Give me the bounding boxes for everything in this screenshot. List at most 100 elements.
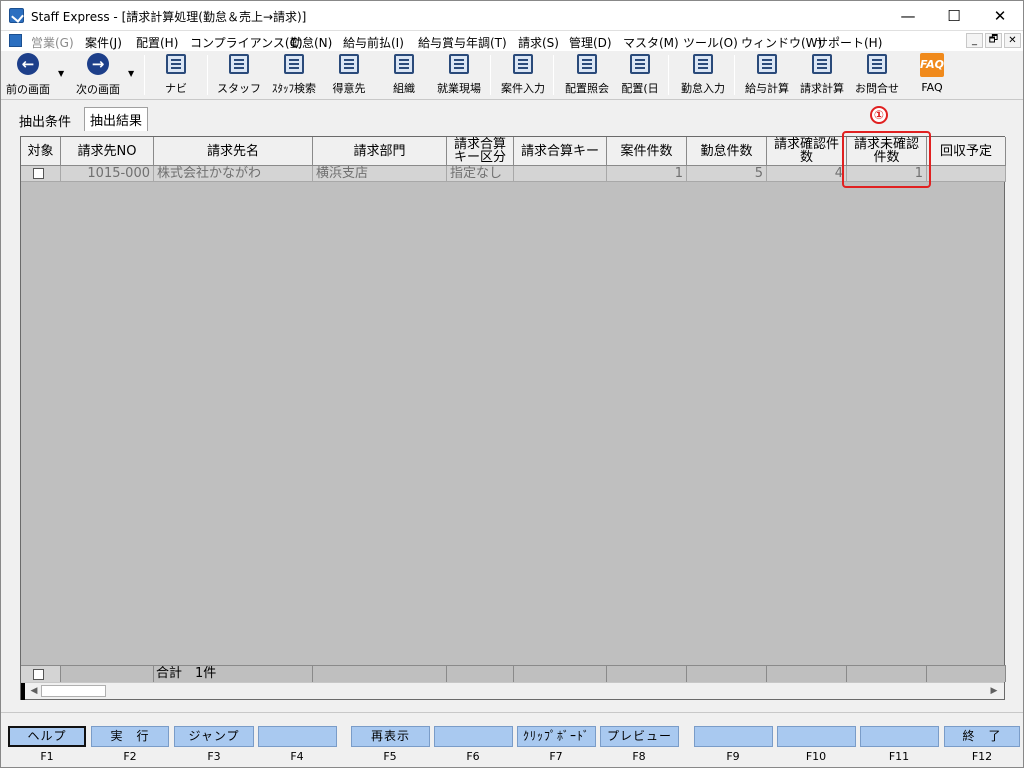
menu-billing[interactable]: 請求(S): [518, 34, 559, 51]
mdi-restore-button[interactable]: 🗗: [985, 33, 1002, 48]
toolbar-separator: [490, 55, 491, 95]
organization-icon: [394, 54, 414, 74]
payroll-calc-button[interactable]: 給与計算: [740, 53, 794, 97]
toolbar-separator: [668, 55, 669, 95]
staff-icon: [229, 54, 249, 74]
attendance-entry-button[interactable]: 勤怠入力: [676, 53, 730, 97]
scrollbar-thumb[interactable]: [41, 685, 106, 697]
f7-clipboard-button[interactable]: ｸﾘｯﾌﾟﾎﾞｰﾄﾞ: [517, 726, 596, 747]
cell-client-no[interactable]: 1015-000: [61, 166, 154, 182]
f11-button[interactable]: [860, 726, 939, 747]
horizontal-scrollbar[interactable]: ◀ ▶: [21, 682, 1004, 700]
billing-calc-button[interactable]: 請求計算: [795, 53, 849, 97]
f12-key-label: F12: [971, 750, 993, 763]
f4-button[interactable]: [258, 726, 337, 747]
staff-button-label: スタッフ: [217, 82, 261, 95]
cell-collection-date[interactable]: [927, 166, 1006, 182]
menu-case[interactable]: 案件(J): [85, 34, 122, 51]
mdi-minimize-button[interactable]: _: [966, 33, 983, 48]
f2-execute-button[interactable]: 実 行: [91, 726, 169, 747]
row-select-checkbox[interactable]: [33, 168, 44, 179]
menu-salary-advance[interactable]: 給与前払(I): [343, 34, 404, 51]
customer-button[interactable]: 得意先: [326, 53, 372, 97]
column-header-attendance-count[interactable]: 勤怠件数: [687, 137, 767, 166]
menu-master[interactable]: マスタ(M): [623, 34, 679, 51]
column-header-department[interactable]: 請求部門: [313, 137, 447, 166]
column-header-confirmed-count[interactable]: 請求確認件 数: [767, 137, 847, 166]
cell-merge-key[interactable]: [514, 166, 607, 182]
f7-key-label: F7: [549, 750, 563, 763]
f9-key-label: F9: [726, 750, 740, 763]
menu-management[interactable]: 管理(D): [569, 34, 612, 51]
menu-compliance[interactable]: コンプライアンス(C): [190, 34, 303, 51]
cell-case-count[interactable]: 1: [607, 166, 687, 182]
menu-window[interactable]: ウィンドウ(W): [741, 34, 822, 51]
toolbar-separator: [553, 55, 554, 95]
column-header-case-count[interactable]: 案件件数: [607, 137, 687, 166]
scroll-right-icon[interactable]: ▶: [987, 685, 1001, 698]
cell-confirmed-count[interactable]: 4: [767, 166, 847, 182]
payroll-calc-button-label: 給与計算: [745, 82, 789, 95]
back-button[interactable]: ← 前の画面: [4, 53, 52, 97]
document-icon[interactable]: [9, 34, 22, 47]
cell-attendance-count[interactable]: 5: [687, 166, 767, 182]
column-header-target[interactable]: 対象: [21, 137, 61, 166]
f6-button[interactable]: [434, 726, 513, 747]
column-header-merge-key-type[interactable]: 請求合算 キー区分: [447, 137, 514, 166]
staff-search-button-label: ｽﾀｯﾌ検索: [272, 82, 316, 95]
forward-dropdown-icon[interactable]: ▼: [128, 69, 134, 78]
navi-icon: [166, 54, 186, 74]
footer-cell: [847, 665, 927, 682]
cell-client-name[interactable]: 株式会社かながわ: [154, 166, 313, 182]
back-dropdown-icon[interactable]: ▼: [58, 69, 64, 78]
inquiry-button[interactable]: お問合せ: [851, 53, 903, 97]
placement-daily-button[interactable]: 配置(日: [617, 53, 663, 97]
minimize-button[interactable]: —: [885, 0, 931, 31]
maximize-button[interactable]: ☐: [931, 0, 977, 31]
annotation-highlight-box: [842, 131, 931, 188]
footer-total: 合計 1件: [154, 665, 313, 682]
f3-jump-button[interactable]: ジャンプ: [174, 726, 254, 747]
menu-salary-bonus[interactable]: 給与賞与年調(T): [418, 34, 507, 51]
column-header-client-name[interactable]: 請求先名: [154, 137, 313, 166]
f12-exit-button[interactable]: 終 了: [944, 726, 1020, 747]
menu-sales[interactable]: 営業(G): [31, 34, 74, 51]
f1-key-label: F1: [40, 750, 54, 763]
worksite-button[interactable]: 就業現場: [432, 53, 486, 97]
f1-help-button[interactable]: ヘルプ: [8, 726, 86, 747]
navi-button[interactable]: ナビ: [156, 53, 196, 97]
case-entry-button[interactable]: 案件入力: [496, 53, 550, 97]
organization-button[interactable]: 組織: [382, 53, 426, 97]
staff-search-button[interactable]: ｽﾀｯﾌ検索: [267, 53, 321, 97]
forward-button[interactable]: → 次の画面: [72, 53, 124, 97]
menu-support[interactable]: サポート(H): [816, 34, 882, 51]
faq-button[interactable]: FAQ FAQ: [912, 53, 952, 97]
toolbar: ← 前の画面 ▼ → 次の画面 ▼ ナビ スタッフ ｽﾀｯﾌ検索 得意先 組織 …: [0, 51, 1024, 100]
cell-merge-key-type[interactable]: 指定なし: [447, 166, 514, 182]
footer-cell: [447, 665, 514, 682]
mdi-close-button[interactable]: ✕: [1004, 33, 1021, 48]
menu-attendance[interactable]: 勤怠(N): [290, 34, 332, 51]
scroll-left-icon[interactable]: ◀: [27, 685, 41, 698]
f4-key-label: F4: [290, 750, 304, 763]
placement-inquiry-icon: [577, 54, 597, 74]
staff-search-icon: [284, 54, 304, 74]
close-button[interactable]: ✕: [977, 0, 1023, 31]
f8-preview-button[interactable]: プレビュー: [600, 726, 679, 747]
menu-placement[interactable]: 配置(H): [136, 34, 178, 51]
worksite-icon: [449, 54, 469, 74]
tab-extract-conditions[interactable]: 抽出条件: [14, 109, 76, 130]
column-header-collection-date[interactable]: 回収予定: [927, 137, 1006, 166]
placement-inquiry-button[interactable]: 配置照会: [559, 53, 615, 97]
column-header-client-no[interactable]: 請求先NO: [61, 137, 154, 166]
column-header-merge-key[interactable]: 請求合算キー: [514, 137, 607, 166]
f9-button[interactable]: [694, 726, 773, 747]
footer-cell: [927, 665, 1006, 682]
cell-department[interactable]: 横浜支店: [313, 166, 447, 182]
select-all-checkbox[interactable]: [33, 669, 44, 680]
menu-tools[interactable]: ツール(O): [683, 34, 738, 51]
f5-refresh-button[interactable]: 再表示: [351, 726, 430, 747]
f10-button[interactable]: [777, 726, 856, 747]
staff-button[interactable]: スタッフ: [216, 53, 262, 97]
tab-extract-results[interactable]: 抽出結果: [84, 107, 149, 131]
